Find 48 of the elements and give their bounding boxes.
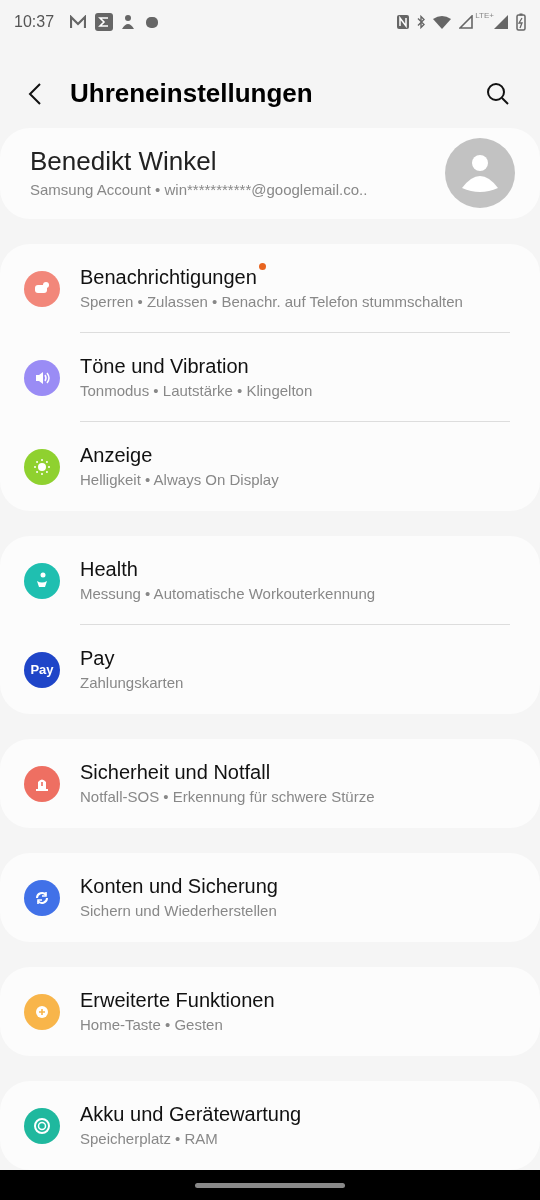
item-subtitle: Notfall-SOS • Erkennung für schwere Stürze	[80, 787, 375, 807]
item-subtitle: Home-Taste • Gesten	[80, 1015, 224, 1035]
item-title: Töne und Vibration	[80, 354, 249, 378]
account-card[interactable]: Benedikt Winkel Samsung Account • win***********@googlemail.co..	[0, 127, 540, 219]
home-indicator[interactable]	[195, 1182, 345, 1188]
nfc-icon	[397, 15, 410, 30]
back-icon[interactable]	[28, 81, 42, 106]
item-title: Akku und Gerätewartung	[80, 1102, 302, 1126]
search-icon[interactable]	[486, 81, 510, 106]
settings-item[interactable]: Benachrichtigungen Sperren • Zulassen • Benachr. auf Telefon stummschalten	[0, 244, 540, 333]
sigma-icon	[95, 13, 114, 32]
avatar-icon	[445, 138, 515, 209]
settings-item[interactable]: Töne und Vibration Tonmodus • Lautstärke • Klingelton	[0, 333, 540, 422]
item-title: Anzeige	[80, 443, 153, 467]
app-icon	[146, 16, 159, 28]
item-subtitle: Zahlungskarten	[80, 673, 184, 693]
settings-item[interactable]: Pay Pay Zahlungskarten	[0, 625, 540, 714]
item-subtitle: Sichern und Wiederherstellen	[80, 901, 278, 921]
pay-label: Pay	[30, 660, 54, 679]
item-title: Pay	[80, 646, 115, 670]
item-subtitle: Messung • Automatische Workouterkennung	[80, 584, 376, 604]
signal-icon	[459, 15, 474, 30]
bluetooth-icon	[417, 15, 426, 30]
settings-item[interactable]: Sicherheit und Notfall Notfall-SOS • Erkennung für schwere Stürze	[0, 739, 540, 828]
settings-item[interactable]: Konten und Sicherung Sichern und Wiederherstellen	[0, 853, 540, 942]
signal-icon	[494, 15, 508, 30]
item-subtitle: Tonmodus • Lautstärke • Klingelton	[80, 381, 313, 401]
mail-icon	[70, 15, 87, 30]
settings-item[interactable]: Erweiterte Funktionen Home-Taste • Gesten	[0, 967, 540, 1056]
item-subtitle: Sperren • Zulassen • Benachr. auf Telefon stummschalten	[80, 292, 463, 312]
item-title: Konten und Sicherung	[80, 874, 278, 898]
item-subtitle: Helligkeit • Always On Display	[80, 470, 279, 490]
item-title: Benachrichtigungen	[80, 265, 257, 289]
status-time: 10:37	[14, 12, 55, 33]
account-name: Benedikt Winkel	[30, 145, 218, 178]
item-title: Erweiterte Funktionen	[80, 988, 275, 1012]
network-label: LTE+	[475, 10, 494, 23]
settings-item[interactable]: Anzeige Helligkeit • Always On Display	[0, 422, 540, 511]
settings-item[interactable]: Health Messung • Automatische Workouterkennung	[0, 536, 540, 625]
item-title: Sicherheit und Notfall	[80, 760, 271, 784]
account-detail: Samsung Account • win***********@googlemail.co..	[30, 180, 369, 201]
battery-icon	[516, 13, 526, 32]
person-icon	[122, 15, 135, 30]
page-title: Uhreneinstellungen	[70, 77, 314, 111]
wifi-icon	[433, 15, 452, 29]
item-subtitle: Speicherplatz • RAM	[80, 1129, 219, 1149]
settings-item[interactable]: Akku und Gerätewartung Speicherplatz • RAM	[0, 1081, 540, 1170]
item-title: Health	[80, 557, 138, 581]
